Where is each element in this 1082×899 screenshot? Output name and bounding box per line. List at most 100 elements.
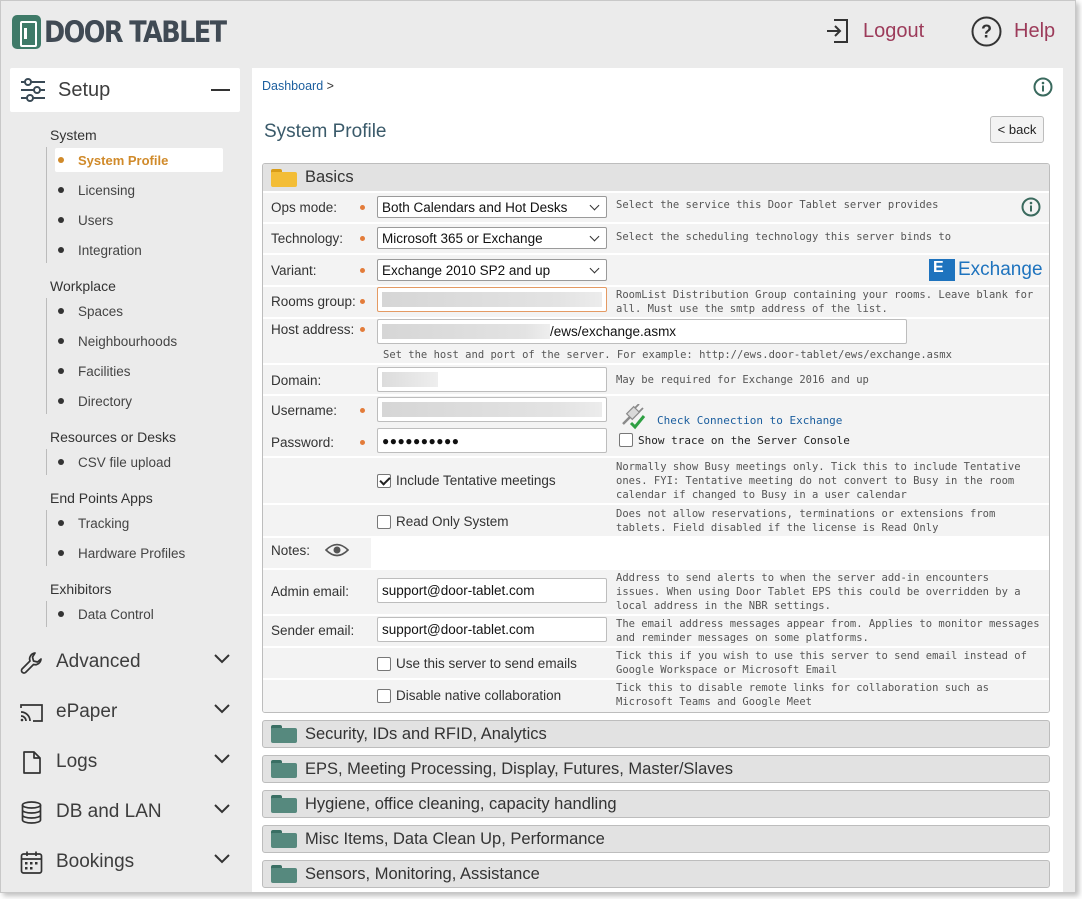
sidebar-item-system-profile[interactable]: System Profile [55, 148, 223, 172]
domain-label: Domain: [271, 373, 322, 388]
sidebar-item-neighbourhoods[interactable]: Neighbourhoods [55, 329, 177, 353]
check-connection-link[interactable]: Check Connection to Exchange [657, 414, 842, 427]
sender-email-input[interactable]: support@door-tablet.com [377, 617, 607, 642]
include-tentative-checkbox[interactable]: Include Tentative meetings [377, 473, 556, 488]
bullet-icon [58, 157, 64, 163]
bullet-icon [58, 217, 64, 223]
basics-section-header[interactable]: Basics [263, 164, 1049, 191]
bullet-icon [58, 308, 64, 314]
help-link[interactable]: ? Help [971, 15, 1055, 47]
info-icon[interactable] [1021, 197, 1041, 217]
send-emails-desc-line2: Google Workspace or Microsoft Email [616, 664, 838, 676]
checkbox-unchecked[interactable] [377, 514, 391, 529]
section-misc[interactable]: Misc Items, Data Clean Up, Performance [262, 825, 1050, 853]
sidebar-item-integration[interactable]: Integration [55, 238, 142, 262]
password-input[interactable]: ●●●●●●●●●● [377, 428, 607, 453]
sidebar-section-bookings[interactable]: Bookings [19, 844, 234, 880]
username-input[interactable] [377, 397, 607, 422]
native-collab-desc-line1: Tick this to disable remote links for co… [616, 682, 989, 694]
page-title: System Profile [264, 121, 387, 142]
checkbox-checked[interactable] [377, 473, 391, 488]
notes-row: Notes: [263, 538, 1049, 568]
sidebar-group-endpoints: End Points Apps [50, 490, 153, 506]
show-trace-checkbox[interactable]: Show trace on the Server Console [619, 433, 850, 447]
sidebar-item-licensing[interactable]: Licensing [55, 178, 135, 202]
checkbox-unchecked[interactable] [377, 688, 391, 703]
calendar-icon [20, 851, 43, 874]
sidebar-section-db-lan[interactable]: DB and LAN [19, 794, 234, 830]
main-panel: Dashboard > System Profile < back Basics… [252, 68, 1063, 892]
rooms-group-row: Rooms group: RoomList Distribution Group… [263, 287, 1049, 317]
section-hygiene[interactable]: Hygiene, office cleaning, capacity handl… [262, 790, 1050, 818]
sidebar-setup-header[interactable]: Setup [10, 68, 240, 112]
sidebar-item-csv-upload[interactable]: CSV file upload [55, 450, 171, 474]
collapse-minus-icon[interactable] [211, 89, 230, 91]
disable-native-collab-checkbox[interactable]: Disable native collaboration [377, 688, 561, 703]
sidebar-item-tracking[interactable]: Tracking [55, 511, 129, 535]
password-label: Password: [271, 435, 335, 450]
sidebar-item-directory[interactable]: Directory [55, 389, 132, 413]
use-server-send-emails-checkbox[interactable]: Use this server to send emails [377, 656, 577, 671]
sidebar-group-exhibitors: Exhibitors [50, 581, 112, 597]
info-icon[interactable] [1033, 77, 1053, 97]
checkbox-unchecked[interactable] [619, 433, 633, 447]
breadcrumb-dashboard-link[interactable]: Dashboard [262, 79, 323, 93]
sidebar-item-hardware-profiles[interactable]: Hardware Profiles [55, 541, 185, 565]
rooms-group-input[interactable] [377, 287, 607, 312]
admin-email-desc-line1: Address to send alerts to when the serve… [616, 572, 989, 584]
breadcrumb-separator: > [326, 79, 334, 93]
door-tablet-logo-icon [12, 15, 41, 49]
sidebar-item-users[interactable]: Users [55, 208, 113, 232]
rooms-group-label: Rooms group: [271, 294, 356, 309]
required-dot [360, 268, 365, 273]
sender-email-desc-line1: The email address messages appear from. … [616, 618, 1040, 630]
sidebar-item-data-control[interactable]: Data Control [55, 602, 154, 626]
read-only-desc-line1: Does not allow reservations, termination… [616, 508, 996, 520]
native-collab-desc-line2: Microsoft Teams and Google Meet [616, 696, 812, 708]
notes-label: Notes: [271, 543, 311, 558]
eye-icon[interactable] [325, 542, 349, 558]
bullet-icon [58, 398, 64, 404]
sidebar-section-epaper[interactable]: ePaper [19, 694, 234, 730]
technology-select[interactable]: Microsoft 365 or Exchange [377, 227, 607, 249]
logout-link[interactable]: Logout [825, 15, 924, 47]
variant-row: Variant: Exchange 2010 SP2 and up Exchan… [263, 255, 1049, 285]
ops-mode-select[interactable]: Both Calendars and Hot Desks [377, 196, 607, 218]
checkbox-unchecked[interactable] [377, 656, 391, 671]
door-tablet-logo[interactable]: DOOR TABLET [12, 15, 250, 49]
domain-input[interactable] [377, 367, 607, 392]
sidebar-section-logs[interactable]: Logs [19, 744, 234, 780]
bullet-icon [58, 338, 64, 344]
send-emails-row: Use this server to send emails Tick this… [263, 648, 1049, 678]
sidebar-item-spaces[interactable]: Spaces [55, 299, 123, 323]
folder-icon [271, 865, 297, 883]
bullet-icon [58, 368, 64, 374]
sidebar-section-advanced[interactable]: Advanced [19, 644, 234, 680]
sidebar-item-facilities[interactable]: Facilities [55, 359, 131, 383]
read-only-row: Read Only System Does not allow reservat… [263, 505, 1049, 536]
username-label: Username: [271, 403, 338, 418]
section-eps[interactable]: EPS, Meeting Processing, Display, Future… [262, 755, 1050, 783]
svg-text:?: ? [981, 21, 992, 41]
section-security[interactable]: Security, IDs and RFID, Analytics [262, 720, 1050, 748]
ops-mode-desc: Select the service this Door Tablet serv… [616, 199, 939, 211]
read-only-checkbox[interactable]: Read Only System [377, 514, 509, 529]
admin-email-desc-line2: issues. When using Door Tablet EPS this … [616, 586, 1021, 598]
variant-select[interactable]: Exchange 2010 SP2 and up [377, 259, 607, 281]
sidebar-tree-line [46, 601, 47, 627]
send-emails-desc-line1: Tick this if you wish to use this server… [616, 650, 1027, 662]
host-address-desc: Set the host and port of the server. For… [383, 349, 952, 361]
admin-email-input[interactable]: support@door-tablet.com [377, 578, 607, 603]
bullet-icon [58, 459, 64, 465]
tentative-row: Include Tentative meetings Normally show… [263, 458, 1049, 503]
rooms-group-desc-line1: RoomList Distribution Group containing y… [616, 289, 1034, 301]
sliders-icon [21, 78, 45, 102]
logout-label: Logout [863, 19, 925, 42]
host-address-input[interactable]: /ews/exchange.asmx [377, 319, 907, 344]
folder-icon [271, 725, 297, 743]
bullet-icon [58, 611, 64, 617]
basics-section: Basics Ops mode: Both Calendars and Hot … [262, 163, 1050, 713]
back-button[interactable]: < back [990, 116, 1044, 143]
folder-icon [271, 760, 297, 778]
section-sensors[interactable]: Sensors, Monitoring, Assistance [262, 860, 1050, 888]
